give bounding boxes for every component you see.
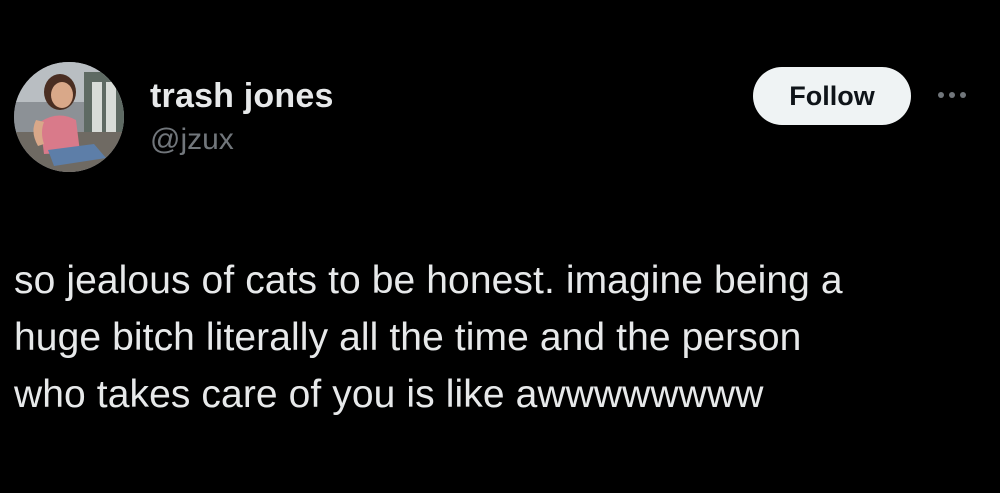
more-dot: [949, 92, 955, 98]
follow-button[interactable]: Follow: [753, 67, 911, 125]
author-display-name[interactable]: trash jones: [150, 76, 334, 116]
tweet-text-line: who takes care of you is like awwwwwwww: [14, 373, 764, 416]
more-horizontal-icon[interactable]: [932, 88, 972, 102]
avatar[interactable]: [14, 62, 124, 172]
tweet-text-line: huge bitch literally all the time and th…: [14, 316, 802, 359]
tweet-text: so jealous of cats to be honest. imagine…: [14, 252, 974, 423]
tweet-card: trash jones @jzux Follow so jealous of c…: [0, 0, 1000, 493]
author-handle[interactable]: @jzux: [150, 122, 234, 158]
tweet-text-line: so jealous of cats to be honest. imagine…: [14, 259, 843, 302]
more-dot: [938, 92, 944, 98]
more-dot: [960, 92, 966, 98]
avatar-photo: [14, 62, 124, 172]
